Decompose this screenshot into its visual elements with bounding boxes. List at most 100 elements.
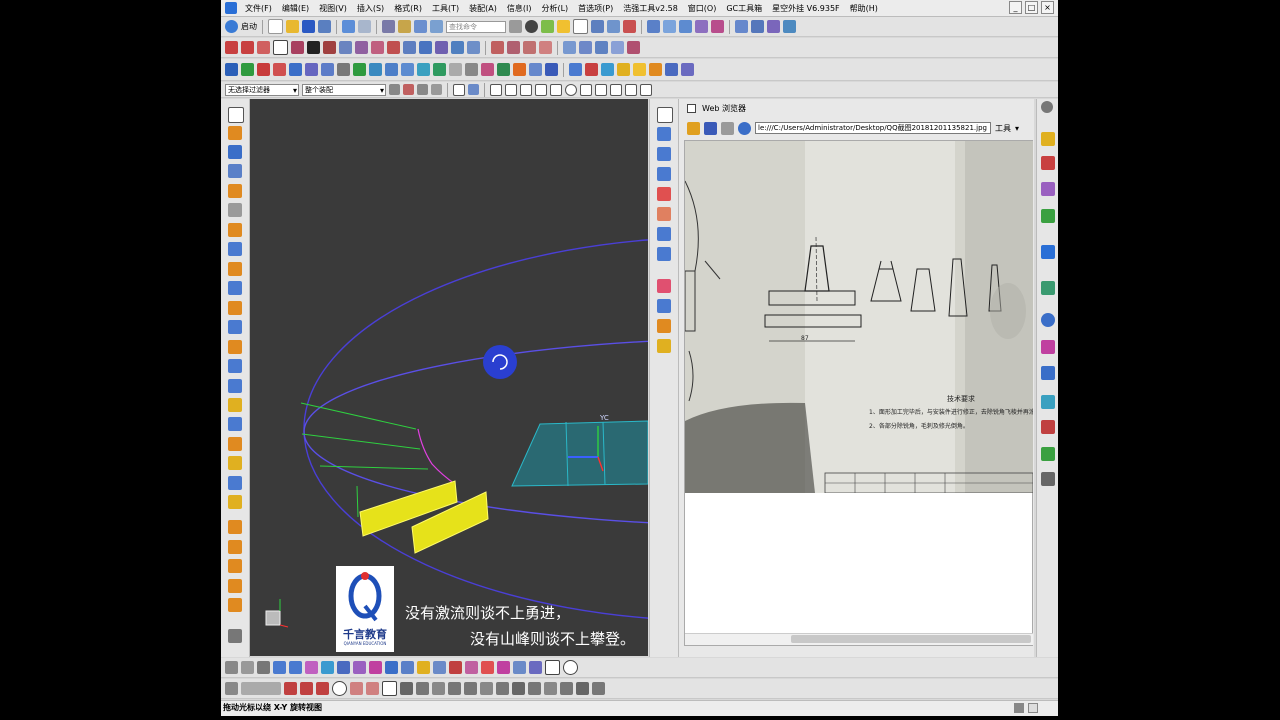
view-frame-icon[interactable]: [573, 19, 588, 34]
sketch-icon[interactable]: [657, 107, 673, 123]
orange-tool-icon[interactable]: [513, 63, 526, 76]
rib-icon[interactable]: [228, 320, 242, 334]
constraint-navigator-icon[interactable]: [228, 145, 242, 159]
minimize-button[interactable]: _: [1009, 1, 1022, 14]
trim-body-icon[interactable]: [401, 63, 414, 76]
chevron-down-icon[interactable]: ▾: [1015, 124, 1019, 133]
dimension-icon[interactable]: [783, 20, 796, 33]
orient-icon[interactable]: [607, 20, 620, 33]
open-folder-icon[interactable]: [286, 20, 299, 33]
graphics-viewport[interactable]: YC 千言教育 QIANYAN EDUCATION 没有激流则谈不上勇进， 没有…: [250, 99, 648, 656]
sketch-chamfer-icon[interactable]: [366, 682, 379, 695]
join-icon[interactable]: [387, 41, 400, 54]
emboss-icon[interactable]: [228, 340, 242, 354]
process-studio-icon[interactable]: [1041, 395, 1055, 409]
sphere-icon[interactable]: [228, 223, 242, 237]
menu-insert[interactable]: 插入(S): [352, 3, 389, 14]
trim-icon[interactable]: [355, 41, 368, 54]
measure-angle-icon[interactable]: [529, 661, 542, 674]
back-arrow-icon[interactable]: [704, 121, 717, 135]
name-icon[interactable]: [545, 63, 558, 76]
wave-link-icon[interactable]: [465, 661, 478, 674]
record-icon[interactable]: [497, 661, 510, 674]
assembly-navigator-icon[interactable]: [228, 126, 242, 140]
feature-select-icon[interactable]: [431, 84, 442, 95]
menu-haoqiang-tools[interactable]: 浩强工具v2.58: [618, 3, 683, 14]
mate-icon[interactable]: [695, 20, 708, 33]
wrap-icon[interactable]: [228, 456, 242, 470]
show-icon[interactable]: [369, 661, 382, 674]
law-extension-icon[interactable]: [657, 207, 671, 221]
replace-face-icon[interactable]: [617, 63, 630, 76]
close-button[interactable]: ×: [1041, 1, 1054, 14]
snap-center-icon[interactable]: [565, 83, 577, 96]
sketch-rectangle-icon[interactable]: [382, 681, 397, 696]
internet-icon[interactable]: [1041, 281, 1055, 295]
move-object-icon[interactable]: [321, 661, 334, 674]
menu-window[interactable]: 窗口(O): [683, 3, 722, 14]
new-file-icon[interactable]: [268, 19, 283, 34]
view-icon[interactable]: [453, 83, 465, 96]
show-constraints-icon[interactable]: [544, 682, 557, 695]
sketch-dimension-icon[interactable]: [512, 682, 525, 695]
sketch-pattern-icon[interactable]: [496, 682, 509, 695]
command-search-input[interactable]: 查找命令: [446, 20, 506, 33]
snap-tangent-icon[interactable]: [550, 83, 562, 96]
snap-on-curve-icon[interactable]: [610, 83, 622, 96]
calculator-icon[interactable]: [665, 63, 678, 76]
manufacturing-icon[interactable]: [1041, 420, 1055, 434]
thicken-icon[interactable]: [529, 63, 542, 76]
menu-analysis[interactable]: 分析(L): [536, 3, 573, 14]
forward-arrow-icon[interactable]: [721, 121, 734, 135]
system-materials-icon[interactable]: [1041, 366, 1055, 380]
extract-icon[interactable]: [419, 41, 432, 54]
draft-icon[interactable]: [481, 63, 494, 76]
smooth-icon[interactable]: [539, 41, 552, 54]
hole-icon[interactable]: [273, 63, 286, 76]
chamfer-icon[interactable]: [449, 63, 462, 76]
paste-icon[interactable]: [398, 20, 411, 33]
sew-icon[interactable]: [228, 379, 242, 393]
start-icon[interactable]: [225, 20, 238, 33]
datum-icon[interactable]: [257, 63, 270, 76]
blank-icon[interactable]: [353, 661, 366, 674]
select-all-icon[interactable]: [403, 84, 414, 95]
sketch-trim-icon[interactable]: [416, 682, 429, 695]
line-icon[interactable]: [225, 41, 238, 54]
rectangle-select-icon[interactable]: [545, 660, 560, 675]
spline-icon[interactable]: [291, 41, 304, 54]
inferred-constraints-icon[interactable]: [592, 682, 605, 695]
trim-sheet-icon[interactable]: [228, 359, 242, 373]
menu-assembly[interactable]: 装配(A): [464, 3, 502, 14]
text-icon[interactable]: [307, 41, 320, 54]
ribbon-icon[interactable]: [657, 319, 671, 333]
mirror-icon[interactable]: [228, 476, 242, 490]
patch-icon[interactable]: [228, 398, 242, 412]
circle-select-icon[interactable]: [563, 660, 578, 675]
arrange-icon[interactable]: [767, 20, 780, 33]
snap-bounded-icon[interactable]: [640, 83, 652, 96]
intersect-icon[interactable]: [435, 41, 448, 54]
knowledge-icon[interactable]: [1041, 447, 1055, 461]
revolve-icon[interactable]: [241, 63, 254, 76]
layer-settings-icon[interactable]: [385, 661, 398, 674]
start-menu-label[interactable]: 启动: [241, 21, 257, 32]
through-curves-icon[interactable]: [657, 167, 671, 181]
move-face-icon[interactable]: [601, 63, 614, 76]
arc-icon[interactable]: [257, 41, 270, 54]
finish-sketch-icon[interactable]: [241, 682, 281, 695]
split-body-icon[interactable]: [417, 63, 430, 76]
offset-icon[interactable]: [323, 41, 336, 54]
explode-icon[interactable]: [711, 20, 724, 33]
expression-icon[interactable]: [681, 63, 694, 76]
silhouette-icon[interactable]: [657, 247, 671, 261]
block-icon[interactable]: [228, 164, 242, 178]
pin-checkbox[interactable]: [687, 103, 696, 113]
part-navigator-icon[interactable]: [228, 107, 244, 123]
polyline-icon[interactable]: [241, 41, 254, 54]
menu-gc-toolbox[interactable]: GC工具箱: [721, 3, 767, 14]
divide-icon[interactable]: [403, 41, 416, 54]
home-icon[interactable]: [687, 121, 700, 135]
color-icon[interactable]: [557, 20, 570, 33]
deviation-icon[interactable]: [257, 661, 270, 674]
